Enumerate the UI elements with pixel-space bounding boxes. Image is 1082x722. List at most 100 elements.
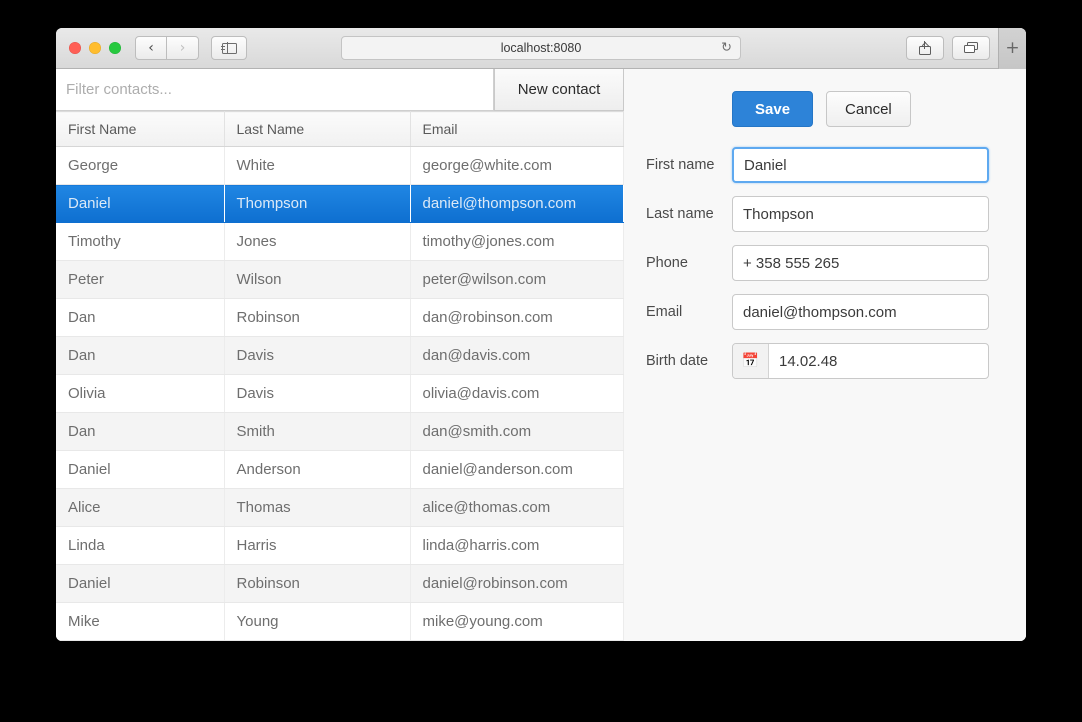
form-actions: Save Cancel <box>646 91 989 127</box>
filter-contacts-input[interactable] <box>56 69 494 111</box>
field-row-phone: Phone <box>646 245 989 281</box>
birth-date-input[interactable] <box>769 344 988 378</box>
contact-form-pane: Save Cancel First name Last name Phone E… <box>624 69 1026 641</box>
table-header-row: First Name Last Name Email <box>56 112 624 147</box>
table-row[interactable]: DanRobinsondan@robinson.com <box>56 299 624 337</box>
email-label: Email <box>646 304 732 320</box>
field-row-last-name: Last name <box>646 196 989 232</box>
cell-last-name: White <box>224 147 410 185</box>
cell-first-name: Peter <box>56 261 224 299</box>
table-row[interactable]: DanSmithdan@smith.com <box>56 413 624 451</box>
last-name-label: Last name <box>646 206 732 222</box>
cell-first-name: Dan <box>56 337 224 375</box>
phone-label: Phone <box>646 255 732 271</box>
save-button[interactable]: Save <box>732 91 813 127</box>
contacts-table: First Name Last Name Email GeorgeWhitege… <box>56 111 624 641</box>
new-contact-button[interactable]: New contact <box>494 69 624 111</box>
column-header-email[interactable]: Email <box>410 112 624 147</box>
cell-email: dan@smith.com <box>410 413 624 451</box>
cell-email: daniel@thompson.com <box>410 185 624 223</box>
cancel-button[interactable]: Cancel <box>826 91 911 127</box>
cell-email: george@white.com <box>410 147 624 185</box>
cell-first-name: Dan <box>56 299 224 337</box>
table-row[interactable]: DanielAndersondaniel@anderson.com <box>56 451 624 489</box>
back-button[interactable]: ‹ <box>135 36 167 60</box>
cell-last-name: Young <box>224 603 410 641</box>
phone-input[interactable] <box>732 245 989 281</box>
cell-email: mike@young.com <box>410 603 624 641</box>
cell-last-name: Anderson <box>224 451 410 489</box>
show-tabs-button[interactable] <box>952 36 990 60</box>
cell-first-name: Alice <box>56 489 224 527</box>
cell-first-name: George <box>56 147 224 185</box>
calendar-icon[interactable]: 📅 <box>733 344 769 378</box>
cell-first-name: Timothy <box>56 223 224 261</box>
cell-last-name: Thompson <box>224 185 410 223</box>
cell-first-name: Daniel <box>56 185 224 223</box>
minimize-window-button[interactable] <box>89 42 101 54</box>
zoom-window-button[interactable] <box>109 42 121 54</box>
chevron-right-icon: › <box>180 41 186 55</box>
table-row[interactable]: LindaHarrislinda@harris.com <box>56 527 624 565</box>
address-bar[interactable]: localhost:8080 ↻ <box>341 36 741 60</box>
toolbar-right-group: + <box>906 28 1018 69</box>
cell-last-name: Robinson <box>224 565 410 603</box>
table-row[interactable]: GeorgeWhitegeorge@white.com <box>56 147 624 185</box>
table-row[interactable]: PeterWilsonpeter@wilson.com <box>56 261 624 299</box>
column-header-last-name[interactable]: Last Name <box>224 112 410 147</box>
close-window-button[interactable] <box>69 42 81 54</box>
cell-email: daniel@robinson.com <box>410 565 624 603</box>
first-name-input[interactable] <box>732 147 989 183</box>
reload-icon[interactable]: ↻ <box>721 41 732 56</box>
first-name-label: First name <box>646 157 732 173</box>
window-controls <box>69 42 121 54</box>
table-row[interactable]: DanielThompsondaniel@thompson.com <box>56 185 624 223</box>
cell-first-name: Daniel <box>56 451 224 489</box>
navigation-buttons: ‹ › <box>135 36 199 60</box>
cell-email: olivia@davis.com <box>410 375 624 413</box>
share-button[interactable] <box>906 36 944 60</box>
table-row[interactable]: AliceThomasalice@thomas.com <box>56 489 624 527</box>
chevron-left-icon: ‹ <box>148 41 154 55</box>
contacts-pane: New contact First Name Last Name Email G… <box>56 69 624 641</box>
new-tab-button[interactable]: + <box>998 28 1026 69</box>
cell-last-name: Davis <box>224 337 410 375</box>
field-row-email: Email <box>646 294 989 330</box>
cell-first-name: Olivia <box>56 375 224 413</box>
cell-last-name: Harris <box>224 527 410 565</box>
birth-date-label: Birth date <box>646 353 732 369</box>
sidebar-toggle-button[interactable] <box>211 36 247 60</box>
cell-first-name: Daniel <box>56 565 224 603</box>
cell-last-name: Jones <box>224 223 410 261</box>
table-row[interactable]: MikeYoungmike@young.com <box>56 603 624 641</box>
cell-first-name: Linda <box>56 527 224 565</box>
cell-email: alice@thomas.com <box>410 489 624 527</box>
cell-email: dan@davis.com <box>410 337 624 375</box>
table-row[interactable]: TimothyJonestimothy@jones.com <box>56 223 624 261</box>
browser-toolbar: ‹ › localhost:8080 ↻ + <box>56 28 1026 69</box>
birth-date-group: 📅 <box>732 343 989 379</box>
page-content: New contact First Name Last Name Email G… <box>56 69 1026 641</box>
field-row-birth-date: Birth date 📅 <box>646 343 989 379</box>
cell-email: timothy@jones.com <box>410 223 624 261</box>
contacts-table-body: GeorgeWhitegeorge@white.comDanielThompso… <box>56 147 624 641</box>
cell-last-name: Davis <box>224 375 410 413</box>
cell-last-name: Robinson <box>224 299 410 337</box>
cell-email: dan@robinson.com <box>410 299 624 337</box>
url-text: localhost:8080 <box>501 41 582 55</box>
cell-email: linda@harris.com <box>410 527 624 565</box>
table-row[interactable]: DanDavisdan@davis.com <box>56 337 624 375</box>
tabs-icon <box>964 42 978 54</box>
table-row[interactable]: DanielRobinsondaniel@robinson.com <box>56 565 624 603</box>
sidebar-icon <box>222 43 237 54</box>
cell-last-name: Smith <box>224 413 410 451</box>
table-row[interactable]: OliviaDavisolivia@davis.com <box>56 375 624 413</box>
column-header-first-name[interactable]: First Name <box>56 112 224 147</box>
field-row-first-name: First name <box>646 147 989 183</box>
cell-email: daniel@anderson.com <box>410 451 624 489</box>
last-name-input[interactable] <box>732 196 989 232</box>
email-input[interactable] <box>732 294 989 330</box>
plus-icon: + <box>1005 38 1019 58</box>
forward-button[interactable]: › <box>167 36 199 60</box>
cell-first-name: Mike <box>56 603 224 641</box>
